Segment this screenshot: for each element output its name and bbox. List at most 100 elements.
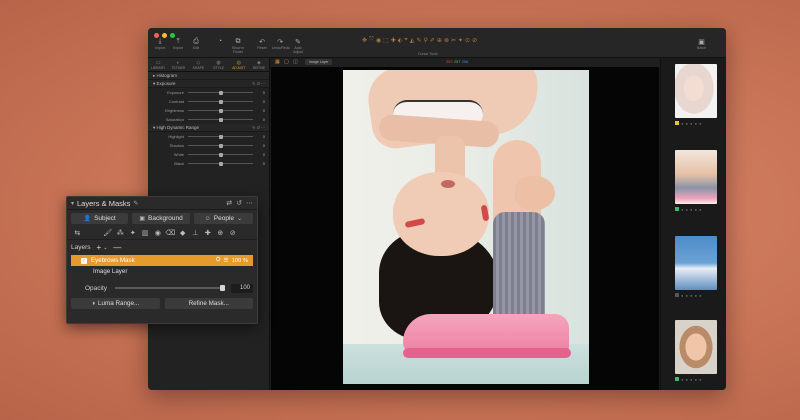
cursor-tool-icon[interactable]: ⚲ (423, 37, 427, 44)
magic-wand-icon[interactable]: ✦ (127, 229, 140, 237)
cursor-tool-icon[interactable]: ⌖ (404, 37, 407, 44)
fill-icon[interactable]: ◆ (177, 229, 190, 237)
cursor-tool-icon[interactable]: ✎ (416, 37, 421, 44)
toolbar-tool[interactable]: ⧉ Show in Finder (230, 38, 246, 54)
slider-value[interactable]: 0 (253, 161, 265, 166)
cursor-tool-icon[interactable]: ⊘ (472, 37, 477, 44)
batch-button[interactable]: ▣ Batch (697, 38, 706, 50)
slider-value[interactable]: 0 (253, 134, 265, 139)
collapse-chevron-icon[interactable]: ▾ (71, 200, 74, 207)
image-viewer[interactable]: ▦ ▢ ◫ Image Layer 257 257 256 (271, 58, 659, 390)
color-tag[interactable] (675, 377, 679, 381)
swap-icon[interactable]: ⇆ (71, 229, 84, 237)
cursor-tool-icon[interactable]: ✥ (362, 37, 367, 44)
slider-knob[interactable] (218, 117, 223, 122)
filmstrip-thumbnail[interactable]: ● ● ● ● ● (675, 64, 717, 126)
slider-knob[interactable] (218, 152, 223, 157)
refine-mask-button[interactable]: Refine Mask... (164, 298, 253, 309)
cursor-tool-icon[interactable]: ✐ (430, 37, 435, 44)
slider-track[interactable] (188, 117, 253, 122)
cursor-tool-icon[interactable]: ◭ (410, 37, 415, 44)
layer-visible-checkbox[interactable]: ✓ (81, 257, 87, 264)
slider-track[interactable] (188, 99, 253, 104)
tab-shape[interactable]: ◇ SHAPE (188, 58, 208, 71)
opacity-slider-knob[interactable] (220, 285, 226, 291)
eraser-icon[interactable]: ⌫ (164, 229, 177, 237)
toolbar-tool[interactable]: ✎ Auto Adjust (290, 38, 306, 54)
background-button[interactable]: ▣ Background (132, 213, 190, 224)
toolbar-tool[interactable]: ⎙ Edit (188, 38, 204, 54)
cursor-tool-icon[interactable]: ⤧ (369, 37, 374, 44)
color-tag[interactable] (675, 121, 679, 125)
mask-subtract-icon[interactable]: ⊘ (227, 229, 240, 237)
slider-knob[interactable] (218, 90, 223, 95)
remove-layer-icon[interactable]: — (113, 243, 121, 252)
exposure-header[interactable]: ▾ Exposure ✎ ↺ ⋯ (148, 80, 269, 88)
cursor-tool-icon[interactable]: ⬖ (398, 37, 403, 44)
stamp-icon[interactable]: ⊥ (189, 229, 202, 237)
slider-value[interactable]: 0 (253, 90, 265, 95)
star-rating[interactable]: ● ● ● ● ● (681, 207, 702, 212)
add-layer-icon[interactable]: + (97, 243, 102, 252)
gradient-icon[interactable]: ▥ (139, 229, 152, 237)
slider-track[interactable] (188, 152, 253, 157)
slider-track[interactable] (188, 161, 253, 166)
more-options-icon[interactable]: ⋯ (246, 199, 253, 207)
luma-range-button[interactable]: ◑ Luma Range... (71, 298, 160, 309)
toolbar-tool[interactable]: ◔ (212, 38, 228, 54)
mask-icon[interactable]: ⛭ (216, 257, 221, 264)
cursor-tool-icon[interactable]: ◉ (376, 37, 381, 44)
cursor-tool-icon[interactable]: ✚ (391, 37, 396, 44)
tab-adjust[interactable]: ◎ ADJUST (229, 58, 249, 71)
add-layer-chevron-icon[interactable]: ⌄ (103, 245, 107, 251)
slider-knob[interactable] (218, 99, 223, 104)
slider-value[interactable]: 0 (253, 152, 265, 157)
slider-value[interactable]: 0 (253, 143, 265, 148)
single-view-icon[interactable]: ▢ (284, 59, 289, 65)
people-dropdown[interactable]: ☺ People ⌄ (193, 213, 253, 224)
layer-item-image-layer[interactable]: Image Layer (67, 266, 257, 277)
color-tag[interactable] (675, 293, 679, 297)
slider-value[interactable]: 0 (253, 108, 265, 113)
filmstrip-thumbnail[interactable]: ● ● ● ● ● (675, 236, 717, 298)
layer-selector[interactable]: Image Layer (305, 59, 333, 65)
histogram-header[interactable]: ▸ Histogram (148, 72, 269, 80)
cursor-tool-icon[interactable]: ⊙ (465, 37, 470, 44)
tab-tether[interactable]: ◐ TETHER (168, 58, 188, 71)
slider-knob[interactable] (218, 108, 223, 113)
subject-button[interactable]: 👤 Subject (71, 213, 129, 224)
hdr-header[interactable]: ▾ High Dynamic Range ✎ ↺ ⋯ (148, 124, 269, 132)
copy-adjustments-icon[interactable]: ⇄ (226, 199, 232, 207)
slider-value[interactable]: 0 (253, 99, 265, 104)
filmstrip-thumbnail[interactable]: ● ● ● ● ● (675, 320, 717, 382)
cursor-tool-icon[interactable]: ✦ (458, 37, 463, 44)
slider-knob[interactable] (218, 143, 223, 148)
star-rating[interactable]: ● ● ● ● ● (681, 293, 702, 298)
edit-icon[interactable]: ✎ (133, 200, 138, 207)
slider-knob[interactable] (218, 161, 223, 166)
tab-library[interactable]: ▭ LIBRARY (148, 58, 168, 71)
cursor-tool-icon[interactable]: ⬚ (383, 37, 389, 44)
toolbar-tool[interactable]: ↷ Undo/Redo (272, 38, 290, 54)
star-rating[interactable]: ● ● ● ● ● (681, 121, 702, 126)
hdr-tools[interactable]: ✎ ↺ ⋯ (252, 124, 265, 132)
star-rating[interactable]: ● ● ● ● ● (681, 377, 702, 382)
sliders-icon[interactable]: ☰ (223, 258, 228, 264)
brush-icon[interactable]: 🖌 (102, 229, 115, 237)
slider-track[interactable] (188, 108, 253, 113)
opacity-slider[interactable] (115, 285, 226, 291)
exposure-tools[interactable]: ✎ ↺ ⋯ (252, 80, 265, 88)
filmstrip-thumbnail[interactable]: ● ● ● ● ● (675, 150, 717, 212)
slider-track[interactable] (188, 134, 253, 139)
toolbar-tool[interactable]: ⤒ Export (170, 38, 186, 54)
tab-refine[interactable]: ◈ REFINE (249, 58, 269, 71)
heal-icon[interactable]: ✚ (202, 229, 215, 237)
slider-value[interactable]: 0 (253, 117, 265, 122)
opacity-value[interactable]: 100 (231, 283, 253, 293)
reset-icon[interactable]: ↺ (236, 199, 242, 207)
slider-track[interactable] (188, 143, 253, 148)
cursor-tool-icon[interactable]: ✂ (451, 37, 456, 44)
grid-view-icon[interactable]: ▦ (275, 59, 280, 65)
slider-track[interactable] (188, 90, 253, 95)
compare-view-icon[interactable]: ◫ (293, 59, 298, 65)
